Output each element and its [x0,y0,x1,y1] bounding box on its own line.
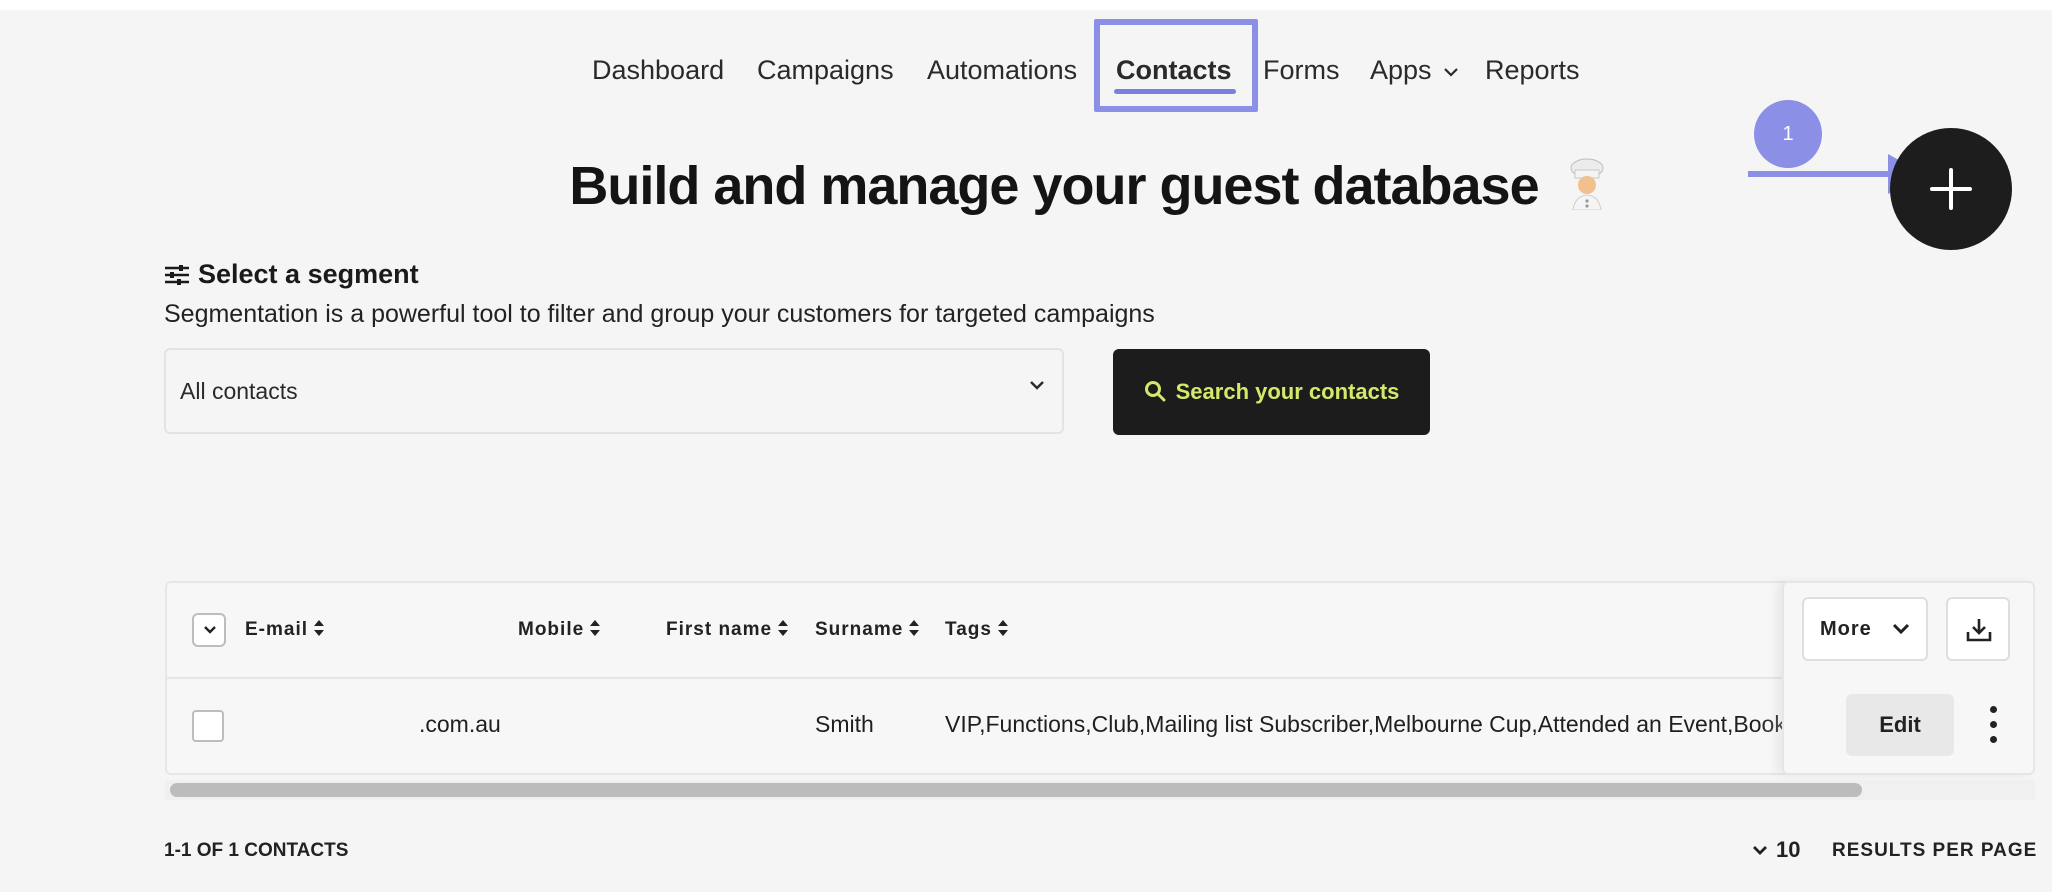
chevron-down-icon [1892,623,1910,635]
row-checkbox[interactable] [192,710,224,742]
cell-email: .com.au [419,711,501,737]
per-page-value: 10 [1776,837,1801,862]
column-email-label: E-mail [245,619,309,640]
per-page-select[interactable]: 10 [1752,834,1800,866]
nav-reports[interactable]: Reports [1485,48,1580,92]
nav-dashboard[interactable]: Dashboard [592,48,724,92]
nav-apps-label: Apps [1370,55,1432,85]
segment-description: Segmentation is a powerful tool to filte… [164,300,1155,328]
horizontal-scrollbar[interactable] [170,783,1862,797]
chevron-down-icon [1030,381,1044,390]
nav-forms[interactable]: Forms [1263,48,1340,92]
sort-icon [997,620,1008,636]
column-first-name-label: First name [666,619,773,640]
sort-icon [314,620,325,636]
contacts-table: E-mail Mobile First name Surname Tags .c… [165,581,2035,775]
column-mobile-label: Mobile [518,619,585,640]
chevron-down-icon [1444,68,1458,77]
select-all-checkbox[interactable] [192,613,226,647]
segment-heading-text: Select a segment [198,259,419,289]
segment-select[interactable]: All contacts [164,348,1064,434]
kebab-menu-icon[interactable] [1984,705,2004,745]
main-nav: Dashboard Campaigns Automations Contacts… [0,48,2052,92]
column-first-name[interactable]: First name [666,607,789,653]
search-contacts-button[interactable]: Search your contacts [1113,349,1430,435]
column-surname[interactable]: Surname [815,607,920,653]
cell-mobile [518,701,638,747]
chevron-down-icon [204,626,216,634]
sort-icon [590,620,601,636]
page-title: Build and manage your guest database [0,155,2052,217]
more-button[interactable]: More [1802,597,1928,661]
chevron-down-icon [1753,846,1767,855]
edit-button[interactable]: Edit [1846,694,1954,756]
column-surname-label: Surname [815,619,904,640]
nav-automations[interactable]: Automations [927,48,1077,92]
sort-icon [909,620,920,636]
table-actions-panel: More Edit [1782,581,2035,775]
search-icon [1144,381,1166,402]
column-email[interactable]: E-mail [245,607,325,653]
segment-select-value: All contacts [180,378,298,404]
column-mobile[interactable]: Mobile [518,607,601,653]
top-strip [0,0,2052,10]
download-button[interactable] [1946,597,2010,661]
search-contacts-label: Search your contacts [1175,379,1400,404]
more-button-label: More [1820,618,1872,640]
nav-campaigns[interactable]: Campaigns [757,48,894,92]
chef-emoji-icon [1570,158,1604,210]
cell-surname: Smith [815,711,874,737]
cell-first-name [666,701,796,747]
sliders-icon [165,265,189,285]
plus-icon-vertical [1949,168,1953,210]
results-count: 1-1 OF 1 CONTACTS [164,840,349,861]
add-contact-button[interactable] [1890,128,2012,250]
page-title-text: Build and manage your guest database [569,156,1539,216]
column-tags-label: Tags [945,619,992,640]
sort-icon [778,620,789,636]
column-tags[interactable]: Tags [945,607,1009,653]
per-page-label: RESULTS PER PAGE [1832,840,2038,861]
highlight-box [1094,19,1258,112]
annotation-badge: 1 [1754,100,1822,168]
segment-heading: Select a segment [164,256,419,292]
nav-apps[interactable]: Apps [1370,48,1459,92]
download-icon [1966,619,1992,642]
table-row-separator [167,677,2033,679]
annotation-arrow [1748,171,1894,177]
